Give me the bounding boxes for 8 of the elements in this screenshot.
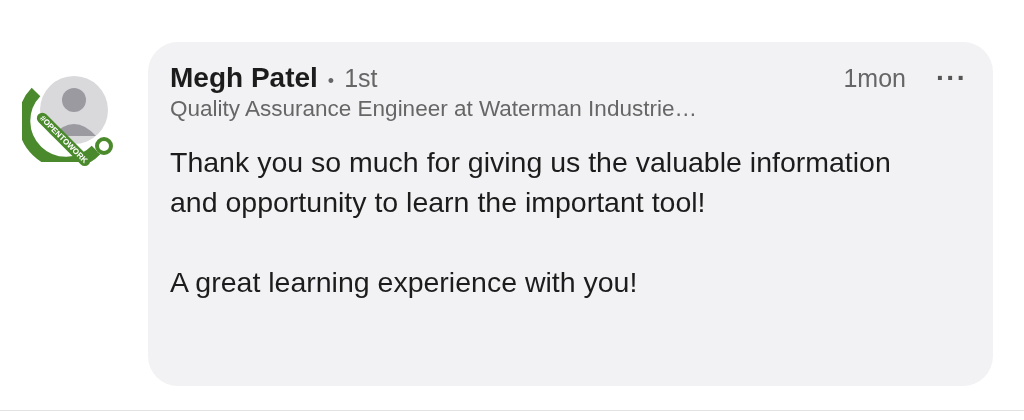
- connection-degree: 1st: [344, 64, 378, 93]
- more-menu[interactable]: ···: [936, 62, 967, 94]
- author-name[interactable]: Megh Patel: [170, 62, 318, 94]
- author-headline: Quality Assurance Engineer at Waterman Industrie…: [170, 96, 698, 122]
- comment-text: Thank you so much for giving us the valuable information and opportunity to learn the important tool!: [170, 145, 892, 220]
- comment-time: 1mon: [843, 63, 906, 93]
- comment-text: A great learning experience with you!: [170, 265, 639, 300]
- separator-dot: •: [327, 71, 335, 92]
